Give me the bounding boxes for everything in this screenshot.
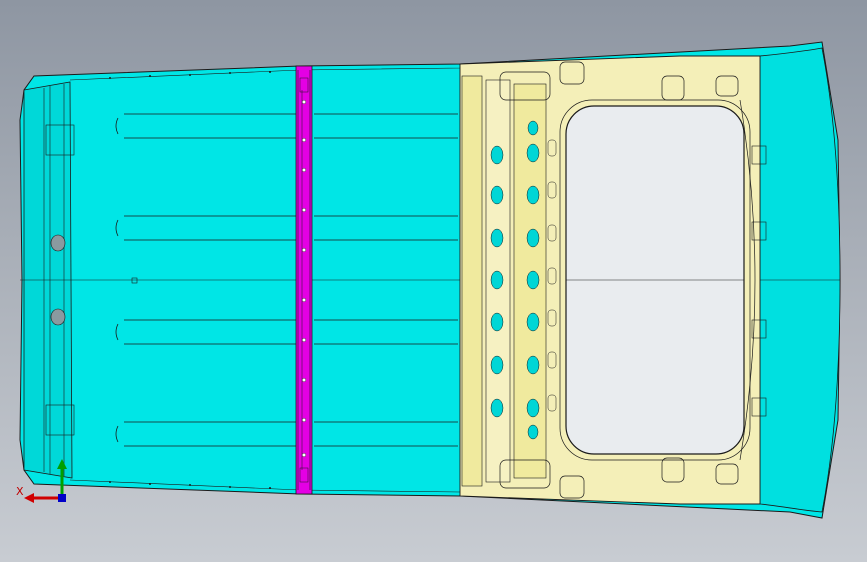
x-axis-label: X (16, 485, 24, 498)
cad-viewport[interactable]: X (0, 0, 867, 562)
z-axis-marker (58, 494, 66, 502)
rear-header-hole-lower (50, 308, 66, 326)
roof-assembly-model[interactable] (0, 0, 867, 562)
roof-bow-magenta (295, 65, 313, 495)
rear-header-hole-upper (50, 234, 66, 252)
